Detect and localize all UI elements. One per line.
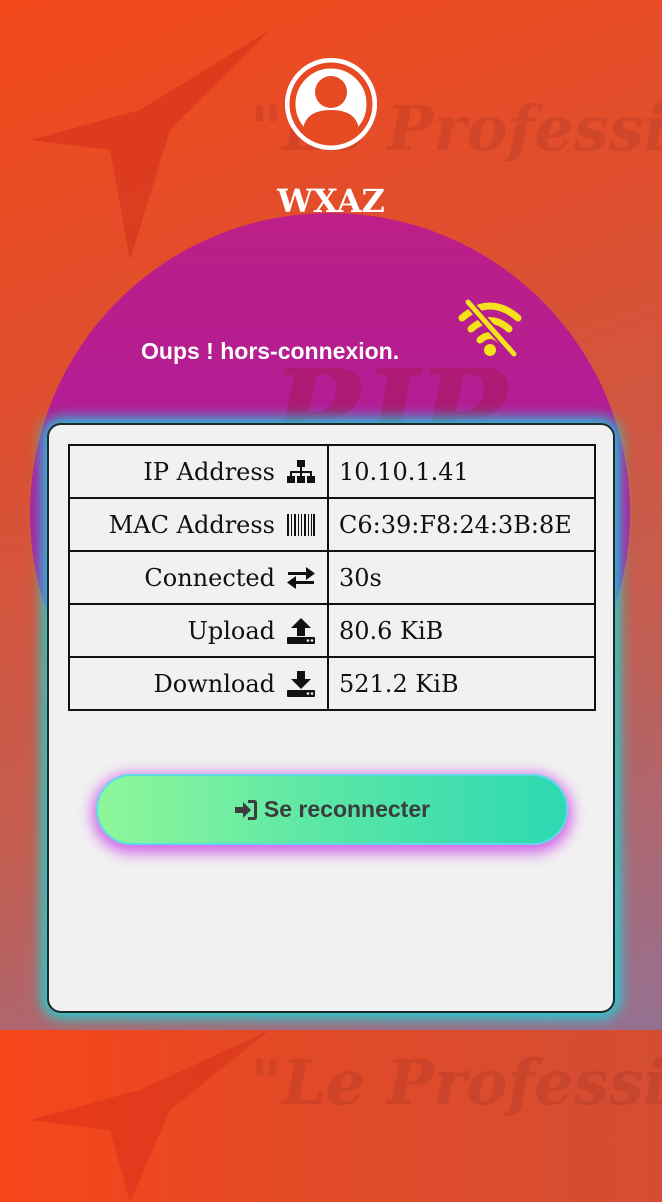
ip-address-value: 10.10.1.41 xyxy=(327,444,596,499)
info-table: IP Address 10.10.1.41 MAC Address C6:39:… xyxy=(68,444,596,711)
table-row: IP Address 10.10.1.41 xyxy=(68,444,596,499)
bottom-band: "Le Professionnel" xyxy=(0,1030,662,1202)
avatar xyxy=(285,58,377,150)
reconnect-button[interactable]: Se reconnecter xyxy=(96,774,568,845)
table-row: Connected 30s xyxy=(68,550,596,605)
table-row: MAC Address C6:39:F8:24:3B:8E xyxy=(68,497,596,552)
upload-label: Upload xyxy=(187,616,275,645)
exchange-icon xyxy=(285,566,317,590)
table-row: Download 521.2 KiB xyxy=(68,656,596,711)
upload-icon xyxy=(285,617,317,645)
user-icon xyxy=(285,58,377,150)
connected-label: Connected xyxy=(144,563,275,592)
offline-message: Oups ! hors-connexion. xyxy=(141,338,400,364)
download-label: Download xyxy=(153,669,276,698)
connected-value: 30s xyxy=(327,550,596,605)
download-icon xyxy=(285,670,317,698)
ip-address-label: IP Address xyxy=(143,457,275,486)
sign-in-icon xyxy=(234,799,257,820)
watermark-bottom: "Le Professionnel" xyxy=(250,1046,662,1119)
mac-address-value: C6:39:F8:24:3B:8E xyxy=(327,497,596,552)
mac-address-label: MAC Address xyxy=(108,510,275,539)
wifi-off-icon xyxy=(458,298,522,358)
star-watermark-bottom xyxy=(30,1030,270,1202)
barcode-icon xyxy=(285,513,317,537)
status-card: IP Address 10.10.1.41 MAC Address C6:39:… xyxy=(47,423,615,1013)
table-row: Upload 80.6 KiB xyxy=(68,603,596,658)
download-value: 521.2 KiB xyxy=(327,656,596,711)
sitemap-icon xyxy=(285,459,317,485)
upload-value: 80.6 KiB xyxy=(327,603,596,658)
reconnect-button-label: Se reconnecter xyxy=(263,796,431,822)
